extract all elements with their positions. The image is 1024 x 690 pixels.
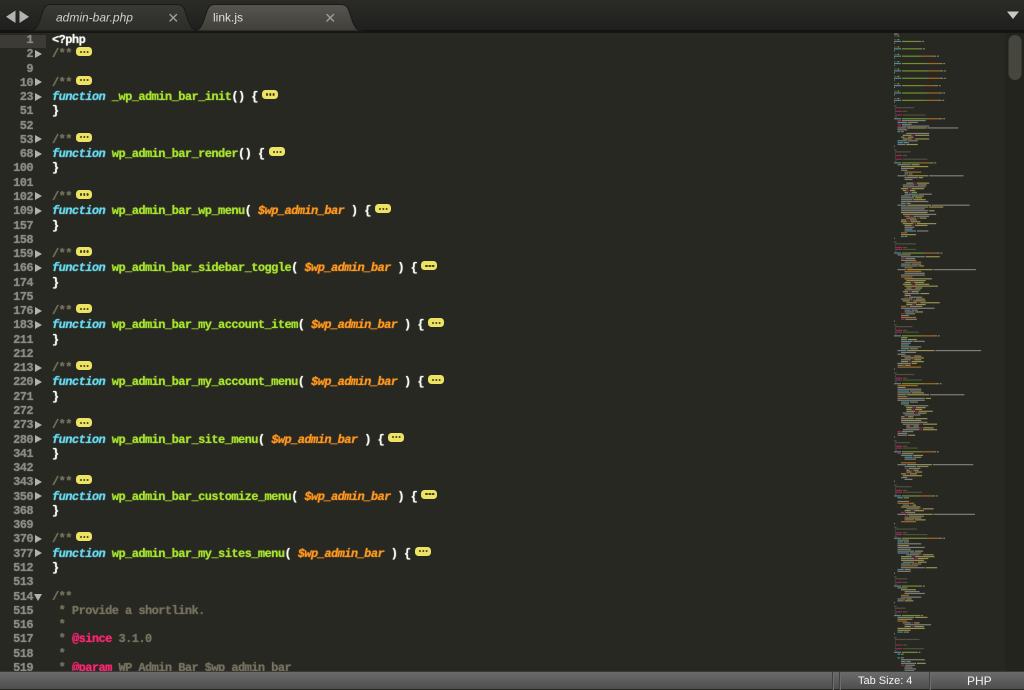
- svg-text:admin-bar.php: admin-bar.php: [56, 11, 133, 25]
- svg-text:link.js: link.js: [213, 11, 243, 25]
